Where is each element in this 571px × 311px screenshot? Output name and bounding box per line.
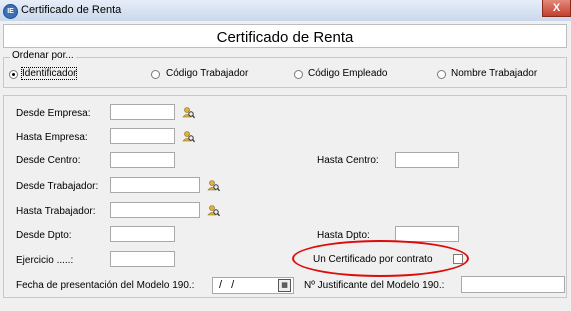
form-title: Certificado de Renta xyxy=(216,29,354,46)
radio-nombre-trabajador-label[interactable]: Nombre Trabajador xyxy=(451,68,537,79)
hasta-empresa-label: Hasta Empresa: xyxy=(16,132,88,143)
desde-centro-label: Desde Centro: xyxy=(16,155,81,166)
desde-centro-input[interactable] xyxy=(110,152,175,168)
desde-trabajador-label: Desde Trabajador: xyxy=(16,181,99,192)
radio-codigo-trabajador[interactable] xyxy=(151,70,160,79)
window-title: Certificado de Renta xyxy=(21,4,122,16)
desde-trabajador-input[interactable] xyxy=(110,177,200,193)
radio-codigo-empleado-label[interactable]: Código Empleado xyxy=(308,68,388,79)
hasta-centro-input[interactable] xyxy=(395,152,459,168)
radio-identificador[interactable] xyxy=(9,70,18,79)
search-person-icon[interactable] xyxy=(207,179,220,192)
radio-codigo-trabajador-label[interactable]: Código Trabajador xyxy=(166,68,248,79)
ejercicio-input[interactable] xyxy=(110,251,175,267)
calendar-icon[interactable]: ▦ xyxy=(278,279,291,292)
search-person-icon[interactable] xyxy=(182,130,195,143)
desde-empresa-label: Desde Empresa: xyxy=(16,108,91,119)
fecha-presentacion-label: Fecha de presentación del Modelo 190.: xyxy=(16,280,195,291)
hasta-dpto-label: Hasta Dpto: xyxy=(317,230,370,241)
header-panel: Certificado de Renta xyxy=(3,24,567,48)
app-icon: IE xyxy=(3,4,18,19)
hasta-trabajador-input[interactable] xyxy=(110,202,200,218)
hasta-dpto-input[interactable] xyxy=(395,226,459,242)
desde-empresa-input[interactable] xyxy=(110,104,175,120)
fecha-presentacion-value: / / xyxy=(219,279,238,291)
justificante-label: Nº Justificante del Modelo 190.: xyxy=(304,280,445,291)
radio-nombre-trabajador[interactable] xyxy=(437,70,446,79)
search-person-icon[interactable] xyxy=(182,106,195,119)
filters-panel xyxy=(3,95,567,298)
hasta-empresa-input[interactable] xyxy=(110,128,175,144)
close-button[interactable]: X xyxy=(542,0,571,17)
desde-dpto-input[interactable] xyxy=(110,226,175,242)
hasta-trabajador-label: Hasta Trabajador: xyxy=(16,206,96,217)
justificante-input[interactable] xyxy=(461,276,565,293)
hasta-centro-label: Hasta Centro: xyxy=(317,155,379,166)
highlight-ellipse xyxy=(292,240,469,277)
search-person-icon[interactable] xyxy=(207,204,220,217)
ejercicio-label: Ejercicio .....: xyxy=(16,255,74,266)
radio-codigo-empleado[interactable] xyxy=(294,70,303,79)
desde-dpto-label: Desde Dpto: xyxy=(16,230,72,241)
order-group-legend: Ordenar por... xyxy=(10,50,76,61)
radio-identificador-label[interactable]: Identificador xyxy=(20,67,78,80)
